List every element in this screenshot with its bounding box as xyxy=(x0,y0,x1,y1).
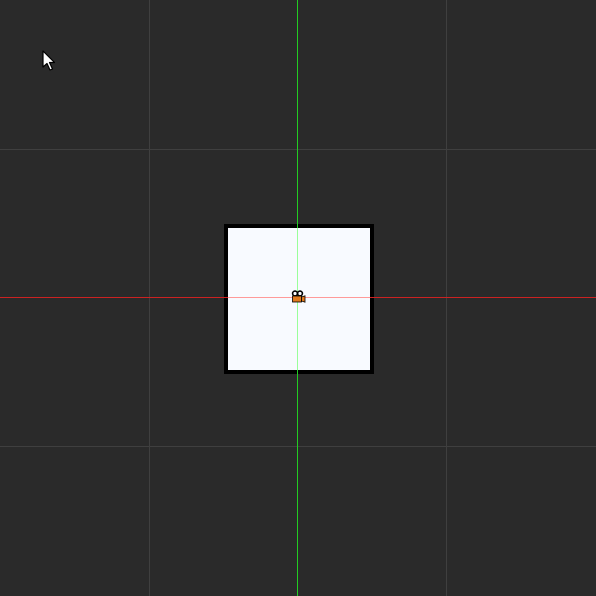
grid-line-vertical xyxy=(149,0,150,596)
grid-line-horizontal xyxy=(0,149,596,150)
editor-viewport[interactable] xyxy=(0,0,596,596)
grid-line-horizontal xyxy=(0,446,596,447)
grid-line-vertical xyxy=(446,0,447,596)
mouse-pointer-icon xyxy=(42,50,56,71)
camera-icon[interactable] xyxy=(290,290,306,304)
